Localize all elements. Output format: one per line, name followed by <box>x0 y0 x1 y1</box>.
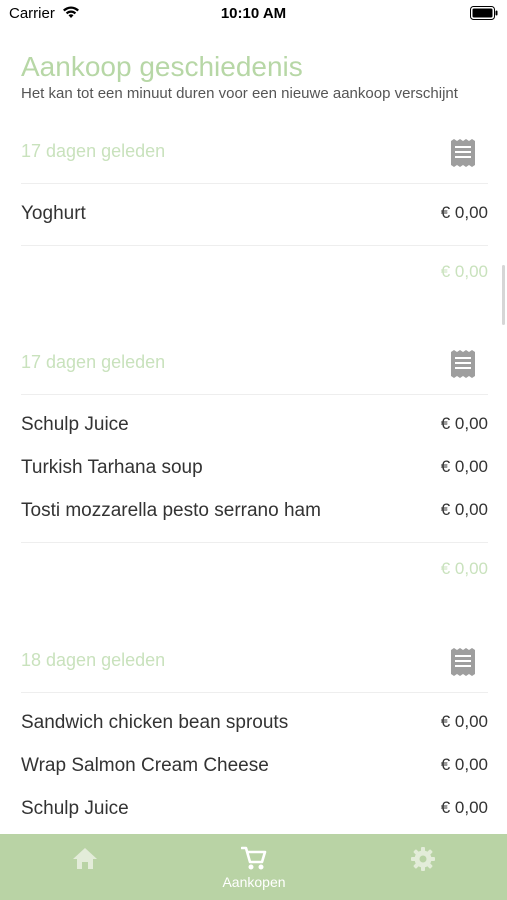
purchase-date-row: 18 dagen geleden <box>21 644 488 693</box>
purchase-card: 17 dagen geleden Schulp Juice € 0,00 Tur… <box>21 346 488 595</box>
item-price: € 0,00 <box>440 712 488 731</box>
item-price: € 0,00 <box>440 798 488 817</box>
purchase-items: Schulp Juice € 0,00 Turkish Tarhana soup… <box>21 395 488 530</box>
receipt-icon[interactable] <box>450 350 476 378</box>
item-name: Schulp Juice <box>21 798 129 819</box>
item-name: Tosti mozzarella pesto serrano ham <box>21 500 321 521</box>
purchase-total-row: € 0,00 <box>21 542 488 595</box>
receipt-icon[interactable] <box>450 139 476 167</box>
page-header: Aankoop geschiedenis Het kan tot een min… <box>21 50 491 103</box>
home-icon <box>73 848 97 869</box>
list-item: Sandwich chicken bean sprouts € 0,00 <box>21 699 488 742</box>
purchase-card: 17 dagen geleden Yoghurt € 0,00 € 0,00 <box>21 135 488 298</box>
item-name: Turkish Tarhana soup <box>21 457 203 478</box>
gear-icon <box>411 847 435 871</box>
receipt-icon[interactable] <box>450 648 476 676</box>
list-item: Tosti mozzarella pesto serrano ham € 0,0… <box>21 487 488 530</box>
tab-settings[interactable] <box>383 834 463 900</box>
tab-label: Aankopen <box>222 874 286 890</box>
battery-icon <box>470 6 498 24</box>
item-name: Yoghurt <box>21 203 86 224</box>
purchase-date: 18 dagen geleden <box>21 650 166 670</box>
purchase-date-row: 17 dagen geleden <box>21 346 488 395</box>
purchase-date-row: 17 dagen geleden <box>21 135 488 184</box>
list-item: Schulp Juice € 0,00 <box>21 401 488 444</box>
item-price: € 0,00 <box>440 203 488 222</box>
purchase-date: 17 dagen geleden <box>21 141 166 161</box>
purchase-total-row: € 0,00 <box>21 245 488 298</box>
tab-purchases[interactable]: Aankopen <box>204 834 304 900</box>
purchase-items: Yoghurt € 0,00 <box>21 184 488 233</box>
item-name: Sandwich chicken bean sprouts <box>21 712 289 733</box>
page-title: Aankoop geschiedenis <box>21 51 303 82</box>
purchase-card: 18 dagen geleden Sandwich chicken bean s… <box>21 644 488 828</box>
item-name: Schulp Juice <box>21 414 129 435</box>
item-price: € 0,00 <box>440 500 488 519</box>
purchase-date: 17 dagen geleden <box>21 352 166 372</box>
tab-bar: Aankopen <box>0 834 507 900</box>
purchase-history-list[interactable]: Aankoop geschiedenis Het kan tot een min… <box>0 28 507 834</box>
clock: 10:10 AM <box>220 5 287 22</box>
tab-home[interactable] <box>45 834 125 900</box>
list-item: Wrap Salmon Cream Cheese € 0,00 <box>21 742 488 785</box>
item-price: € 0,00 <box>440 755 488 774</box>
purchase-total: € 0,00 <box>440 262 488 281</box>
list-item: Yoghurt € 0,00 <box>21 190 488 233</box>
list-item: Schulp Juice € 0,00 <box>21 785 488 828</box>
cart-icon <box>241 846 267 870</box>
list-item: Turkish Tarhana soup € 0,00 <box>21 444 488 487</box>
item-price: € 0,00 <box>440 457 488 476</box>
item-price: € 0,00 <box>440 414 488 433</box>
status-bar: Carrier 10:10 AM <box>0 0 507 28</box>
purchase-total: € 0,00 <box>440 559 488 578</box>
purchase-items: Sandwich chicken bean sprouts € 0,00 Wra… <box>21 693 488 828</box>
scroll-indicator[interactable] <box>502 265 505 325</box>
page-subtitle: Het kan tot een minuut duren voor een ni… <box>21 85 458 102</box>
item-name: Wrap Salmon Cream Cheese <box>21 755 269 776</box>
